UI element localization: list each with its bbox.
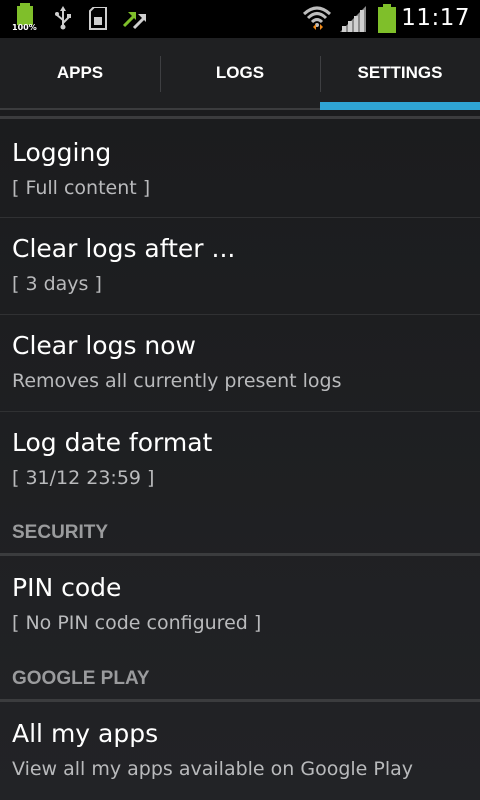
pref-summary: [ 3 days ] bbox=[12, 273, 102, 295]
pref-title: Logging bbox=[12, 138, 112, 167]
pref-logging[interactable]: Logging [ Full content ] bbox=[0, 122, 480, 217]
pref-summary: [ 31/12 23:59 ] bbox=[12, 467, 155, 489]
pref-title: PIN code bbox=[12, 573, 122, 602]
tab-bar: APPS LOGS SETTINGS bbox=[0, 38, 480, 110]
pref-clear-logs-now[interactable]: Clear logs now Removes all currently pre… bbox=[0, 315, 480, 411]
tab-apps[interactable]: APPS bbox=[0, 38, 160, 108]
pref-title: Clear logs after ... bbox=[12, 234, 236, 263]
sd-card-icon bbox=[88, 6, 108, 35]
usb-icon bbox=[54, 6, 72, 34]
status-clock: 11:17 bbox=[401, 5, 470, 31]
battery-percent-label: 100% bbox=[12, 23, 37, 32]
tab-settings[interactable]: SETTINGS bbox=[320, 38, 480, 108]
battery-status-icon bbox=[376, 4, 398, 38]
signal-icon bbox=[338, 6, 368, 36]
section-header-security: SECURITY bbox=[12, 522, 109, 543]
pref-pin-code[interactable]: PIN code [ No PIN code configured ] bbox=[0, 557, 480, 649]
pref-summary: [ No PIN code configured ] bbox=[12, 612, 262, 634]
selected-tab-indicator bbox=[320, 102, 480, 110]
list-top-divider bbox=[0, 116, 480, 119]
section-divider bbox=[0, 699, 480, 702]
tab-logs[interactable]: LOGS bbox=[160, 38, 320, 108]
pref-clear-logs-after[interactable]: Clear logs after ... [ 3 days ] bbox=[0, 218, 480, 314]
pref-title: Log date format bbox=[12, 428, 213, 457]
pref-title: Clear logs now bbox=[12, 331, 196, 360]
pref-summary: [ Full content ] bbox=[12, 177, 151, 199]
pref-summary: View all my apps available on Google Pla… bbox=[12, 758, 414, 780]
section-divider bbox=[0, 553, 480, 556]
section-header-google-play: GOOGLE PLAY bbox=[12, 668, 150, 689]
pref-log-date-format[interactable]: Log date format [ 31/12 23:59 ] bbox=[0, 412, 480, 508]
wifi-icon bbox=[302, 4, 332, 36]
pref-all-my-apps[interactable]: All my apps View all my apps available o… bbox=[0, 703, 480, 798]
status-bar: 100% 11:17 bbox=[0, 0, 480, 38]
settings-list[interactable]: Logging [ Full content ] Clear logs afte… bbox=[0, 110, 480, 800]
pref-summary: Removes all currently present logs bbox=[12, 370, 342, 392]
pref-title: All my apps bbox=[12, 719, 159, 748]
sync-icon bbox=[120, 6, 148, 34]
